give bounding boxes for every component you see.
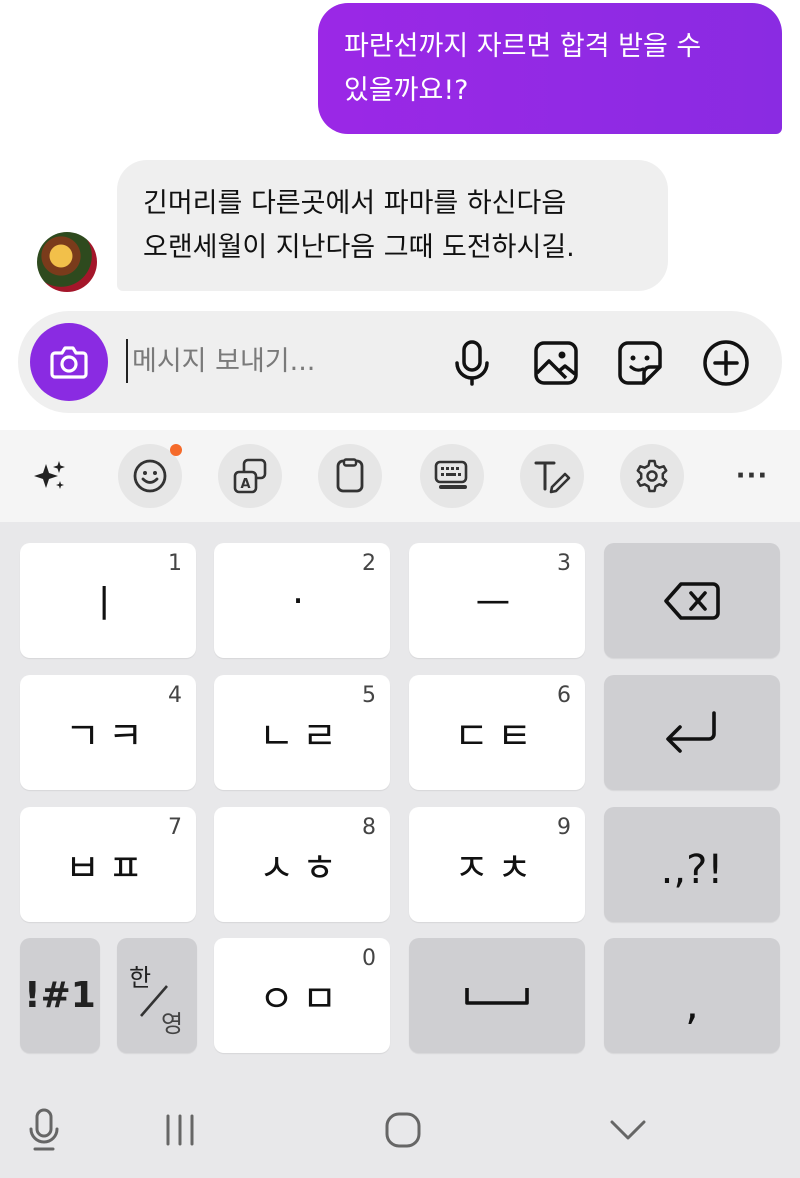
avatar[interactable] xyxy=(37,232,97,292)
key-label: ㄷㅌ xyxy=(454,714,540,758)
more-button[interactable]: ··· xyxy=(720,444,784,508)
home-button[interactable] xyxy=(373,1100,433,1160)
key-number: 6 xyxy=(557,683,571,708)
key-i[interactable]: ㅣ 1 xyxy=(20,543,196,658)
keyboard-mode-button[interactable] xyxy=(420,444,484,508)
key-label: !#1 xyxy=(24,975,96,1016)
key-j-ch[interactable]: ㅈㅊ 9 xyxy=(409,807,585,922)
home-icon xyxy=(385,1112,421,1148)
key-number: 3 xyxy=(557,551,571,576)
emoji-icon xyxy=(133,459,167,493)
clipboard-button[interactable] xyxy=(318,444,382,508)
image-icon xyxy=(534,341,578,385)
key-d-t[interactable]: ㄷㅌ 6 xyxy=(409,675,585,790)
settings-icon xyxy=(636,459,668,493)
keyboard-settings-button[interactable] xyxy=(620,444,684,508)
enter-icon xyxy=(666,710,716,753)
outgoing-message-bubble[interactable]: 파란선까지 자르면 합격 받을 수 있을까요!? xyxy=(318,3,782,134)
clipboard-icon xyxy=(336,458,364,493)
outgoing-message-line: 있을까요!? xyxy=(344,75,469,106)
recent-apps-icon xyxy=(166,1114,194,1146)
key-eu[interactable]: ㅡ 3 xyxy=(409,543,585,658)
key-label: ㅡ xyxy=(475,582,519,626)
key-number: 8 xyxy=(362,815,376,840)
symbols-key[interactable]: !#1 xyxy=(20,938,100,1053)
incoming-message-bubble[interactable]: 긴머리를 다른곳에서 파마를 하신다음 오랜세월이 지난다음 그때 도전하시길. xyxy=(117,160,668,291)
key-label: ㅈㅊ xyxy=(454,846,540,890)
space-icon xyxy=(465,987,529,1005)
space-key[interactable] xyxy=(409,938,585,1053)
key-n-r[interactable]: ㄴㄹ 5 xyxy=(214,675,390,790)
key-label: , xyxy=(685,979,699,1030)
voice-input-button[interactable] xyxy=(14,1100,74,1160)
key-dot[interactable]: · 2 xyxy=(214,543,390,658)
chat-thread: 파란선까지 자르면 합격 받을 수 있을까요!? 긴머리를 다른곳에서 파마를 … xyxy=(0,0,800,300)
backspace-icon xyxy=(664,581,720,620)
voice-message-button[interactable] xyxy=(446,337,498,389)
sticker-button[interactable] xyxy=(614,337,666,389)
punctuation-key[interactable]: .,?! xyxy=(604,807,780,922)
translate-icon: A xyxy=(233,458,267,494)
hide-keyboard-icon xyxy=(610,1120,646,1140)
key-number: 9 xyxy=(557,815,571,840)
message-composer xyxy=(18,311,782,413)
backspace-key[interactable] xyxy=(604,543,780,658)
add-icon xyxy=(703,340,749,386)
key-number: 0 xyxy=(362,946,376,971)
more-icon: ··· xyxy=(735,461,769,491)
camera-icon xyxy=(50,346,88,379)
key-o-m[interactable]: ㅇㅁ 0 xyxy=(214,938,390,1053)
keyboard-toolbar: A ··· xyxy=(0,430,800,522)
incoming-message-line: 긴머리를 다른곳에서 파마를 하신다음 xyxy=(143,188,567,219)
key-number: 4 xyxy=(168,683,182,708)
key-label: ㅂㅍ xyxy=(65,846,151,890)
key-number: 1 xyxy=(168,551,182,576)
comma-key[interactable]: , xyxy=(604,938,780,1053)
hide-keyboard-button[interactable] xyxy=(598,1100,658,1160)
ai-tools-button[interactable] xyxy=(18,444,82,508)
language-switch-key[interactable]: 한 영 xyxy=(117,938,197,1053)
key-label: ㄱㅋ xyxy=(65,714,151,758)
key-label: · xyxy=(291,578,313,623)
key-label: ㅅㅎ xyxy=(259,846,345,890)
translate-button[interactable]: A xyxy=(218,444,282,508)
recent-apps-button[interactable] xyxy=(150,1100,210,1160)
key-label: ㅣ xyxy=(86,582,130,626)
key-number: 2 xyxy=(362,551,376,576)
text-style-icon xyxy=(534,461,571,494)
ai-sparkle-icon xyxy=(34,461,65,489)
gallery-button[interactable] xyxy=(530,337,582,389)
keyboard-mode-icon xyxy=(434,460,468,489)
key-label: ㄴㄹ xyxy=(259,714,345,758)
enter-key[interactable] xyxy=(604,675,780,790)
slash-icon xyxy=(140,985,168,1017)
camera-button[interactable] xyxy=(30,323,108,401)
message-input[interactable] xyxy=(126,339,426,383)
notification-dot xyxy=(170,444,182,456)
text-style-button[interactable] xyxy=(520,444,584,508)
svg-text:A: A xyxy=(240,477,250,492)
keyboard: ㅣ 1 · 2 ㅡ 3 ㄱㅋ 4 ㄴㄹ 5 ㄷㅌ 6 ㅂㅍ 7 ㅅㅎ 8 ㅈㅊ … xyxy=(0,522,800,1070)
key-label: .,?! xyxy=(660,846,724,893)
sticker-icon xyxy=(618,341,662,385)
more-options-button[interactable] xyxy=(700,337,752,389)
keyboard-voice-icon xyxy=(29,1108,59,1151)
navigation-bar xyxy=(0,1070,800,1178)
language-bottom-label: 영 xyxy=(161,1010,184,1038)
key-label: ㅇㅁ xyxy=(259,977,345,1021)
key-number: 7 xyxy=(168,815,182,840)
incoming-message-line: 오랜세월이 지난다음 그때 도전하시길. xyxy=(143,232,575,263)
key-number: 5 xyxy=(362,683,376,708)
key-s-h[interactable]: ㅅㅎ 8 xyxy=(214,807,390,922)
key-g-k[interactable]: ㄱㅋ 4 xyxy=(20,675,196,790)
key-b-p[interactable]: ㅂㅍ 7 xyxy=(20,807,196,922)
outgoing-message-line: 파란선까지 자르면 합격 받을 수 xyxy=(344,31,702,62)
microphone-icon xyxy=(455,340,489,386)
